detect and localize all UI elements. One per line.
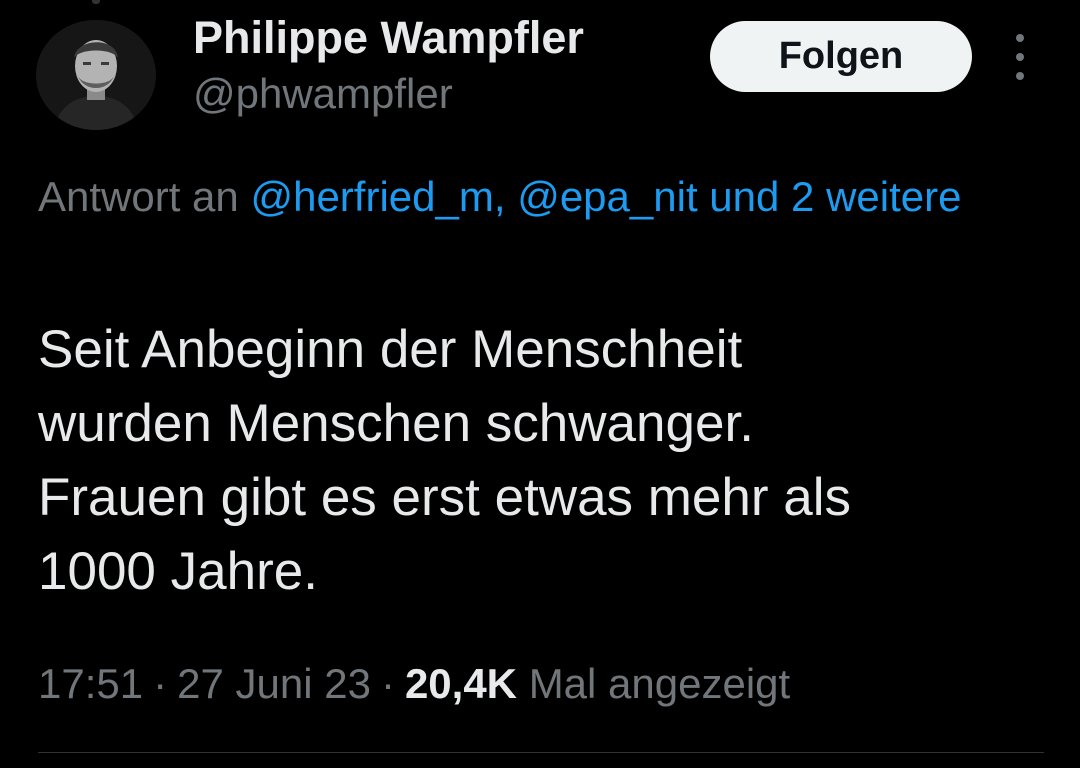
meta-separator: · [153,660,168,707]
author-display-name[interactable]: Philippe Wampfler [193,12,584,64]
tweet-text: Seit Anbeginn der Menschheit wurden Mens… [38,313,1038,609]
mention-separator: , [493,173,518,220]
tweet-meta: 17:51 · 27 Juni 23 · 20,4K Mal angezeigt [38,660,790,708]
tweet-time[interactable]: 17:51 [38,660,143,707]
tweet-text-line: 1000 Jahre. [38,542,318,601]
more-options-button[interactable] [1002,34,1038,80]
author-handle[interactable]: @phwampfler [193,70,453,118]
views-label: Mal angezeigt [528,660,791,707]
follow-button[interactable]: Folgen [710,21,972,92]
tweet-text-line: wurden Menschen schwanger. [38,394,754,453]
reply-context: Antwort an @herfried_m, @epa_nit und 2 w… [38,164,1018,230]
more-vertical-icon-dot-3 [1016,72,1024,80]
divider [38,752,1044,753]
more-vertical-icon-dot-2 [1016,53,1024,61]
reply-context-prefix: Antwort an [38,173,251,220]
views-count[interactable]: 20,4K [405,660,517,707]
previous-item-edge [92,0,100,4]
more-vertical-icon [1016,34,1024,42]
profile-photo-icon [36,20,156,130]
tweet-text-line: Seit Anbeginn der Menschheit [38,320,743,379]
meta-separator: · [380,660,395,707]
more-mentions-link[interactable]: und 2 weitere [698,173,961,220]
mention-link-herfried-m[interactable]: @herfried_m [250,173,493,220]
tweet-date[interactable]: 27 Juni 23 [177,660,371,707]
tweet-text-line: Frauen gibt es erst etwas mehr als [38,468,852,527]
avatar[interactable] [36,20,156,130]
mention-link-epa-nit[interactable]: @epa_nit [517,173,697,220]
